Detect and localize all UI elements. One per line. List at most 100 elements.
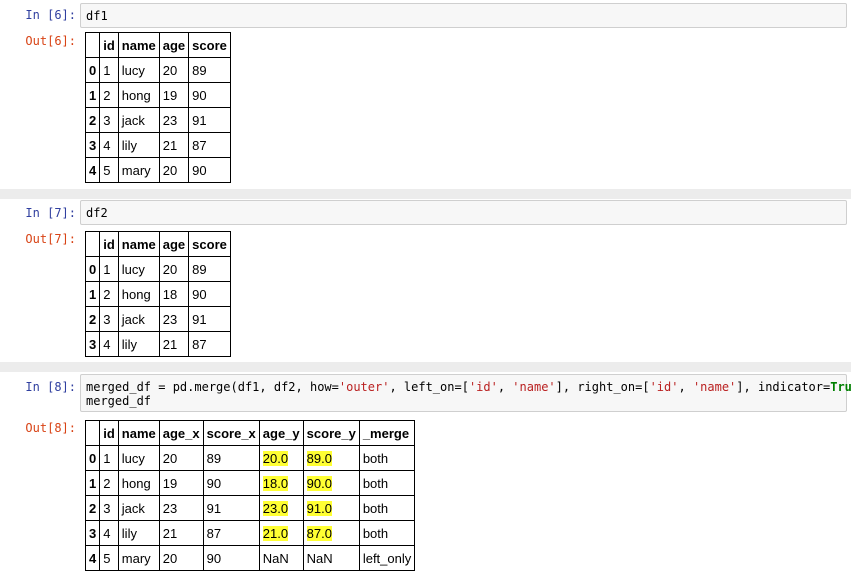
table-cell: 89.0 bbox=[302, 445, 360, 471]
code-token: 'name' bbox=[512, 380, 556, 394]
code-token: merged_df = pd.merge(df1, df2, how= bbox=[86, 380, 339, 394]
code-token: ], indicator= bbox=[736, 380, 831, 394]
table-cell: NaN bbox=[258, 545, 304, 571]
table-cell: 1 bbox=[99, 57, 119, 83]
table-cell: jack bbox=[117, 107, 160, 133]
code-token: 'name' bbox=[692, 380, 737, 394]
in-prompt-7: In [7]: bbox=[25, 206, 76, 220]
table-row: 1 2 hong 19 90 bbox=[84, 82, 231, 108]
column-header: name bbox=[117, 231, 160, 257]
table-header-row: id name age score bbox=[84, 231, 231, 257]
table-cell: 19 bbox=[158, 470, 204, 496]
table-cell: 20.0 bbox=[258, 445, 304, 471]
table-cell: 2 bbox=[99, 281, 119, 307]
code-input-7[interactable]: df2 bbox=[80, 200, 847, 225]
table-cell: 90.0 bbox=[302, 470, 360, 496]
highlight-mark: 90.0 bbox=[306, 475, 332, 491]
table-cell: 89 bbox=[202, 445, 260, 471]
column-header bbox=[84, 32, 101, 58]
dataframe-table-df2: id name age score 0 1 lucy 20 89 1 2 hong 18 90 2 3 jack… bbox=[84, 231, 231, 357]
row-index: 4 bbox=[84, 545, 101, 571]
table-cell: 20 bbox=[158, 157, 190, 183]
table-cell: 23 bbox=[158, 306, 190, 332]
table-row: 4 5 mary 20 90 bbox=[84, 157, 231, 183]
table-cell: 90 bbox=[202, 545, 260, 571]
column-header: age_y bbox=[258, 420, 304, 446]
row-index: 0 bbox=[84, 445, 101, 471]
row-index: 1 bbox=[84, 470, 101, 496]
table-cell: lucy bbox=[117, 57, 160, 83]
table-cell: 3 bbox=[99, 306, 119, 332]
table-cell: lily bbox=[117, 132, 160, 158]
code-token: , bbox=[497, 380, 513, 394]
table-cell: 87 bbox=[202, 520, 260, 546]
table-cell: 19 bbox=[158, 82, 190, 108]
column-header: score_y bbox=[302, 420, 360, 446]
code-input-8[interactable]: merged_df = pd.merge(df1, df2, how='oute… bbox=[80, 374, 851, 412]
table-row: 0 1 lucy 20 89 bbox=[84, 57, 231, 83]
table-cell: 87 bbox=[188, 132, 231, 158]
table-cell: both bbox=[358, 520, 416, 546]
row-index: 1 bbox=[84, 281, 101, 307]
row-index: 0 bbox=[84, 57, 101, 83]
out-prompt-8: Out[8]: bbox=[25, 421, 76, 435]
code-token: , left_on=[ bbox=[389, 380, 469, 394]
highlight-mark: 20.0 bbox=[262, 450, 289, 466]
table-cell: 87.0 bbox=[302, 520, 360, 546]
table-cell: hong bbox=[117, 470, 160, 496]
table-cell: 4 bbox=[99, 331, 119, 357]
code-line-1: merged_df = pd.merge(df1, df2, how='oute… bbox=[86, 380, 851, 394]
column-header: age_x bbox=[158, 420, 204, 446]
table-cell: 21 bbox=[158, 132, 190, 158]
code-text: df1 bbox=[86, 9, 108, 23]
table-cell: 23 bbox=[158, 495, 204, 521]
row-index: 3 bbox=[84, 132, 101, 158]
row-index: 2 bbox=[84, 107, 101, 133]
table-cell: 91 bbox=[202, 495, 260, 521]
code-token: 'id' bbox=[468, 380, 498, 394]
code-token: ], right_on=[ bbox=[555, 380, 650, 394]
table-cell: 2 bbox=[99, 470, 119, 496]
column-header: _merge bbox=[358, 420, 416, 446]
table-row: 0 1 lucy 20 89 20.0 89.0 both bbox=[84, 445, 416, 471]
column-header: name bbox=[117, 420, 160, 446]
column-header: score bbox=[188, 32, 231, 58]
table-cell: NaN bbox=[302, 545, 360, 571]
table-row: 2 3 jack 23 91 bbox=[84, 306, 231, 332]
table-cell: 5 bbox=[99, 157, 119, 183]
table-row: 2 3 jack 23 91 bbox=[84, 107, 231, 133]
table-cell: 91.0 bbox=[302, 495, 360, 521]
table-cell: 18 bbox=[158, 281, 190, 307]
table-cell: hong bbox=[117, 281, 160, 307]
column-header: score bbox=[188, 231, 231, 257]
table-cell: 20 bbox=[158, 445, 204, 471]
table-cell: both bbox=[358, 470, 416, 496]
table-cell: 3 bbox=[99, 495, 119, 521]
table-cell: hong bbox=[117, 82, 160, 108]
column-header: id bbox=[99, 32, 119, 58]
highlight-mark: 21.0 bbox=[262, 525, 289, 541]
table-cell: lucy bbox=[117, 445, 160, 471]
table-cell: 4 bbox=[99, 132, 119, 158]
table-row: 0 1 lucy 20 89 bbox=[84, 256, 231, 282]
table-cell: 20 bbox=[158, 57, 190, 83]
in-prompt-6: In [6]: bbox=[25, 8, 76, 22]
table-cell: 23.0 bbox=[258, 495, 304, 521]
code-line-2: merged_df bbox=[86, 394, 152, 408]
table-cell: 18.0 bbox=[258, 470, 304, 496]
out-prompt-6: Out[6]: bbox=[25, 34, 76, 48]
cell-separator bbox=[0, 362, 851, 372]
code-token: 'outer' bbox=[338, 380, 390, 394]
column-header: name bbox=[117, 32, 160, 58]
dataframe-table-df1: id name age score 0 1 lucy 20 89 1 2 hong 19 90 2 3 jack… bbox=[84, 32, 231, 183]
highlight-mark: 87.0 bbox=[306, 525, 332, 541]
row-index: 0 bbox=[84, 256, 101, 282]
table-cell: mary bbox=[117, 157, 160, 183]
table-cell: 90 bbox=[188, 157, 231, 183]
column-header bbox=[84, 420, 101, 446]
table-cell: 1 bbox=[99, 256, 119, 282]
table-cell: 23 bbox=[158, 107, 190, 133]
code-input-6[interactable]: df1 bbox=[80, 3, 847, 28]
column-header: age bbox=[158, 32, 190, 58]
table-row: 3 4 lily 21 87 bbox=[84, 331, 231, 357]
